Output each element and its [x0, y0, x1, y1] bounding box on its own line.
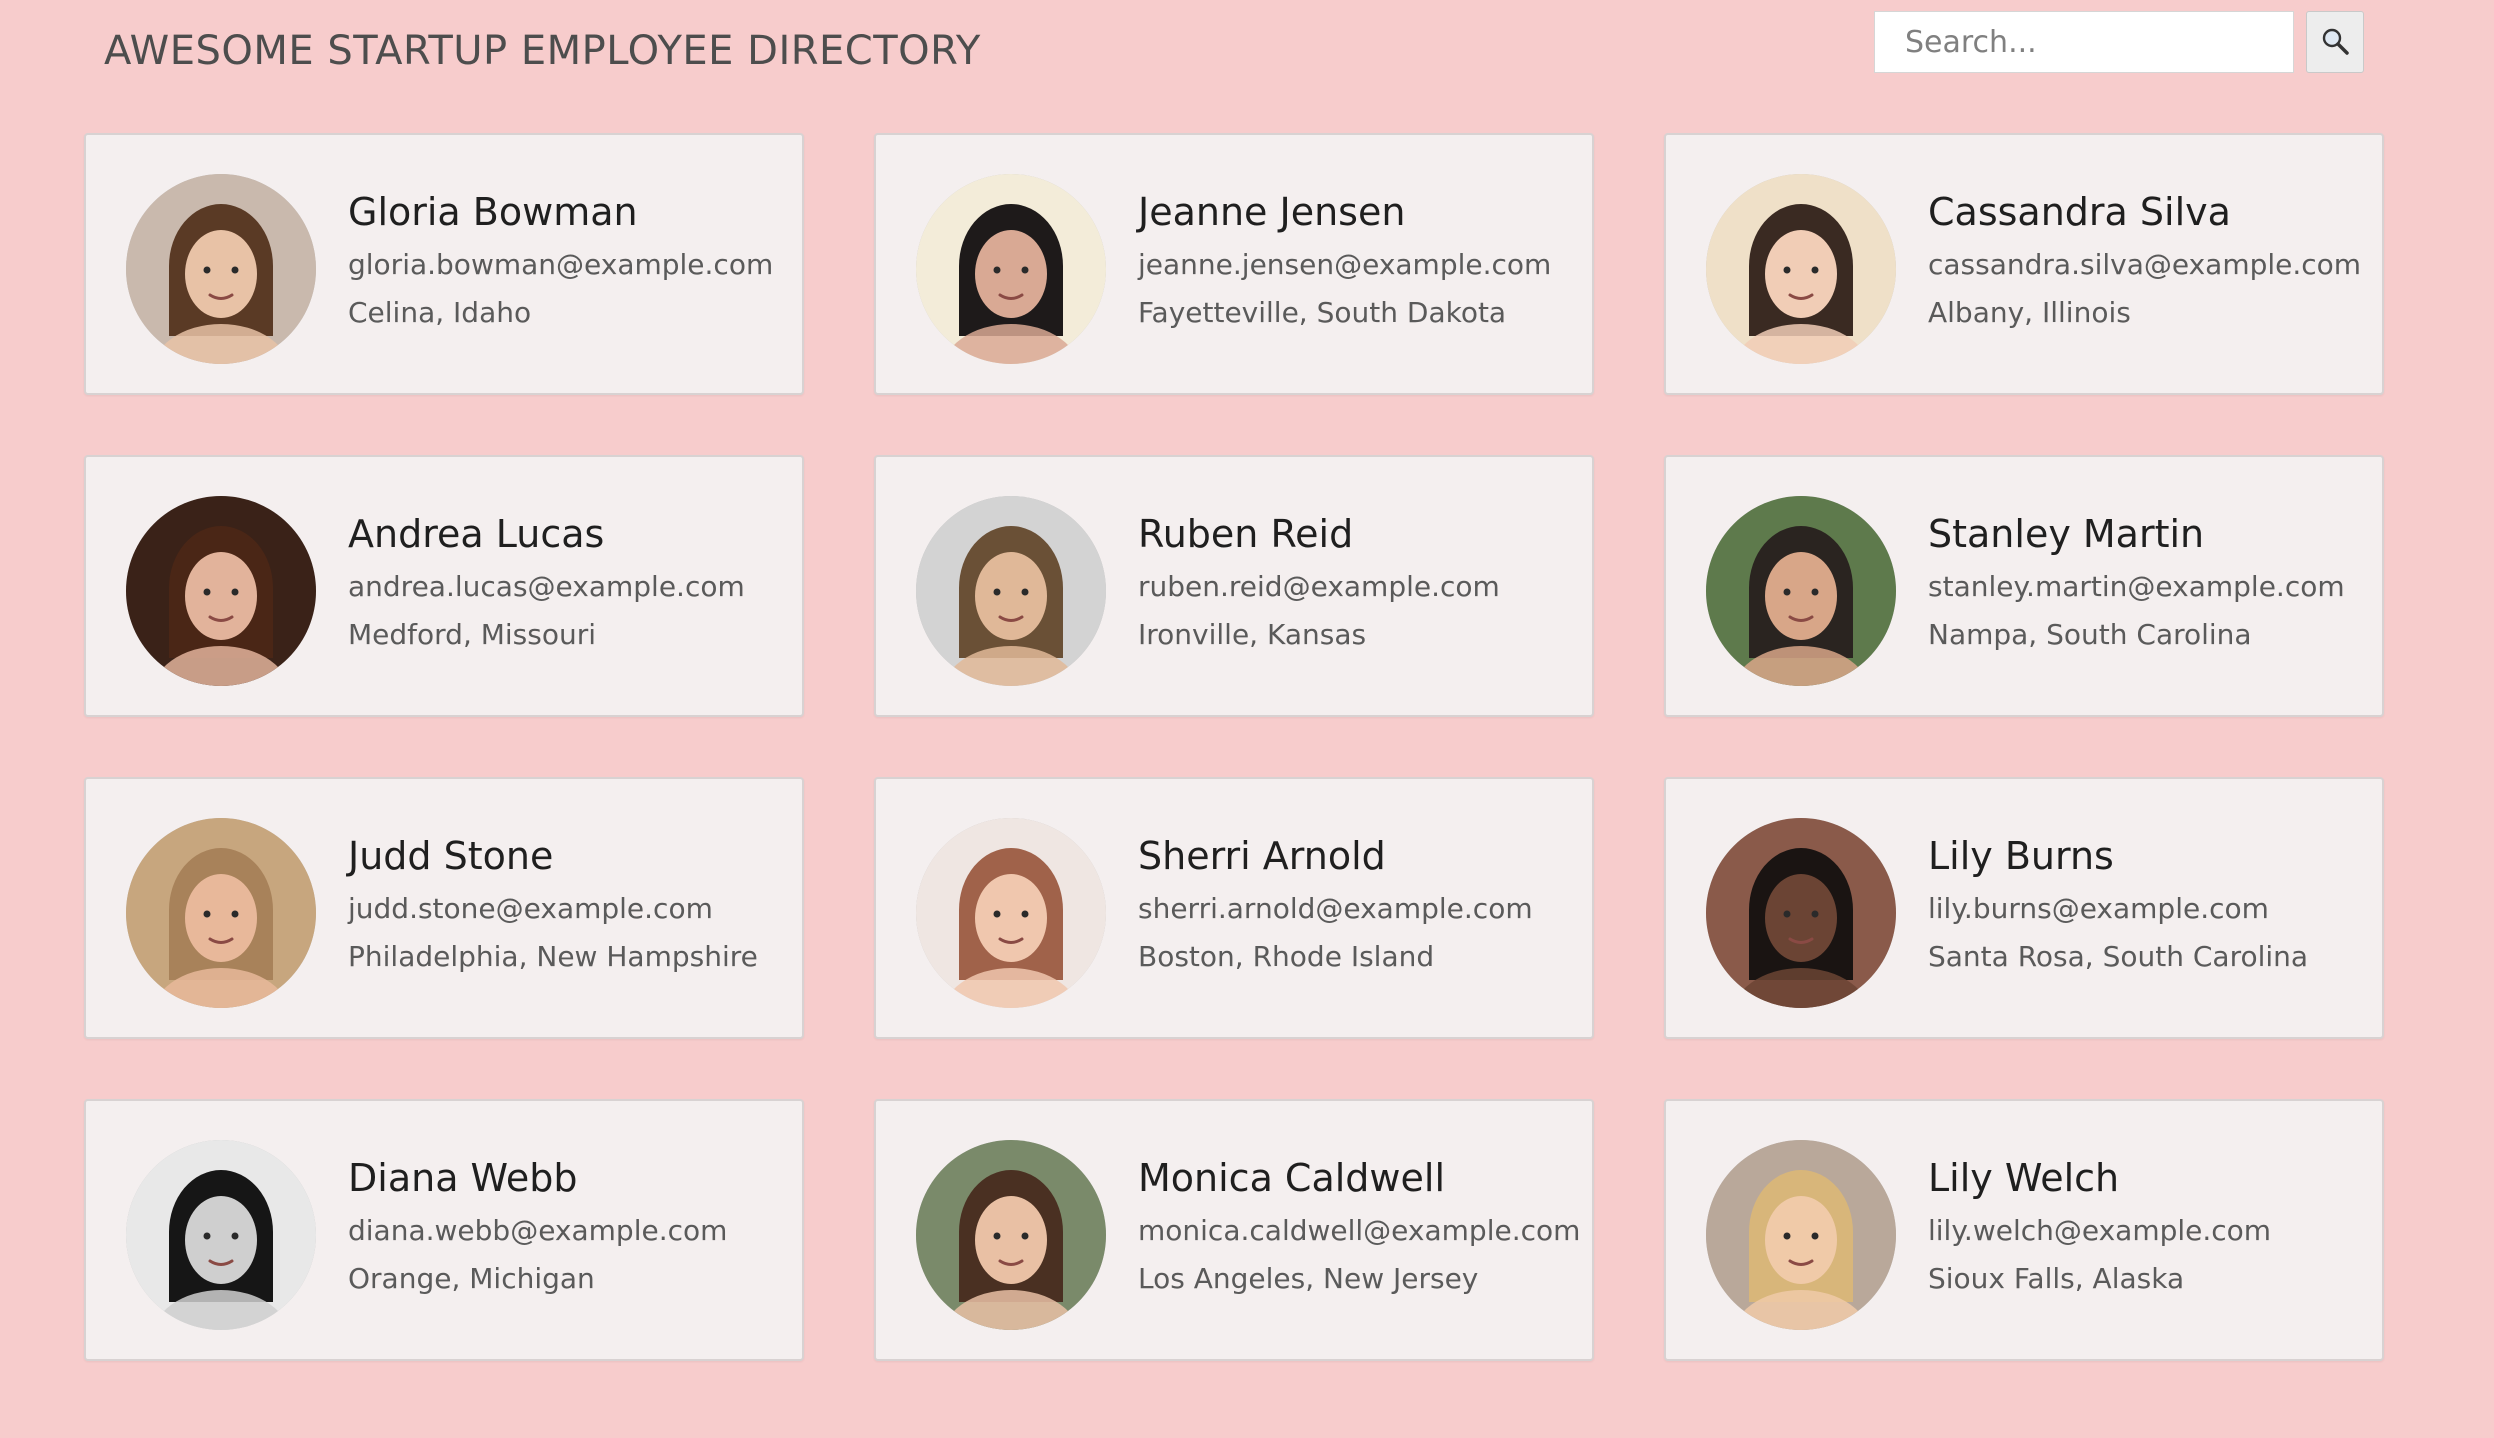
employee-avatar	[1706, 1140, 1896, 1330]
employee-name: Sherri Arnold	[1138, 834, 1386, 878]
employee-email: lily.burns@example.com	[1928, 892, 2269, 925]
employee-card[interactable]: Cassandra Silva cassandra.silva@example.c…	[1664, 133, 2384, 395]
employee-avatar	[916, 174, 1106, 364]
employee-location: Los Angeles, New Jersey	[1138, 1262, 1479, 1295]
employee-name: Lily Welch	[1928, 1156, 2120, 1200]
employee-name: Stanley Martin	[1928, 512, 2205, 556]
employee-avatar	[126, 818, 316, 1008]
employee-email: andrea.lucas@example.com	[348, 570, 745, 603]
employee-card[interactable]: Andrea Lucas andrea.lucas@example.com Medf…	[84, 455, 804, 717]
employee-avatar	[1706, 496, 1896, 686]
employee-location: Fayetteville, South Dakota	[1138, 296, 1507, 329]
page-header: AWESOME STARTUP EMPLOYEE DIRECTORY	[0, 0, 2494, 110]
employee-card[interactable]: Sherri Arnold sherri.arnold@example.com Bo…	[874, 777, 1594, 1039]
employee-card[interactable]: Gloria Bowman gloria.bowman@example.com Ce…	[84, 133, 804, 395]
employee-name: Andrea Lucas	[348, 512, 605, 556]
employee-card[interactable]: Diana Webb diana.webb@example.com Orange, …	[84, 1099, 804, 1361]
employee-card[interactable]: Judd Stone judd.stone@example.com Philadel…	[84, 777, 804, 1039]
employee-card[interactable]: Monica Caldwell monica.caldwell@example.c…	[874, 1099, 1594, 1361]
employee-location: Albany, Illinois	[1928, 296, 2131, 329]
employee-info: Jeanne Jensen jeanne.jensen@example.com Fa…	[1138, 193, 1582, 327]
employee-info: Diana Webb diana.webb@example.com Orange, …	[348, 1159, 792, 1293]
employee-card[interactable]: Lily Burns lily.burns@example.com Santa Ro…	[1664, 777, 2384, 1039]
employee-avatar	[1706, 818, 1896, 1008]
employee-name: Diana Webb	[348, 1156, 578, 1200]
employee-email: stanley.martin@example.com	[1928, 570, 2345, 603]
employee-card[interactable]: Stanley Martin stanley.martin@example.com…	[1664, 455, 2384, 717]
page-title: AWESOME STARTUP EMPLOYEE DIRECTORY	[104, 28, 981, 74]
search-input[interactable]	[1874, 11, 2294, 73]
employee-location: Ironville, Kansas	[1138, 618, 1367, 651]
employee-name: Lily Burns	[1928, 834, 2114, 878]
employee-info: Cassandra Silva cassandra.silva@example.c…	[1928, 193, 2372, 327]
employee-email: sherri.arnold@example.com	[1138, 892, 1533, 925]
employee-name: Ruben Reid	[1138, 512, 1354, 556]
employee-location: Boston, Rhode Island	[1138, 940, 1435, 973]
employee-info: Lily Burns lily.burns@example.com Santa Ro…	[1928, 837, 2372, 971]
employee-email: cassandra.silva@example.com	[1928, 248, 2362, 281]
employee-name: Cassandra Silva	[1928, 190, 2231, 234]
search-button[interactable]	[2306, 11, 2364, 73]
employee-email: jeanne.jensen@example.com	[1138, 248, 1552, 281]
employee-location: Sioux Falls, Alaska	[1928, 1262, 2185, 1295]
employee-name: Jeanne Jensen	[1138, 190, 1406, 234]
employee-info: Lily Welch lily.welch@example.com Sioux Fa…	[1928, 1159, 2372, 1293]
employee-location: Medford, Missouri	[348, 618, 597, 651]
magnifier-icon	[2320, 26, 2350, 59]
employee-avatar	[916, 818, 1106, 1008]
employee-avatar	[126, 174, 316, 364]
employee-avatar	[916, 1140, 1106, 1330]
employee-avatar	[126, 1140, 316, 1330]
employee-name: Gloria Bowman	[348, 190, 638, 234]
employee-email: lily.welch@example.com	[1928, 1214, 2272, 1247]
employee-avatar	[916, 496, 1106, 686]
employee-location: Nampa, South Carolina	[1928, 618, 2252, 651]
employee-info: Sherri Arnold sherri.arnold@example.com Bo…	[1138, 837, 1582, 971]
employee-email: judd.stone@example.com	[348, 892, 713, 925]
employee-email: ruben.reid@example.com	[1138, 570, 1500, 603]
employee-info: Gloria Bowman gloria.bowman@example.com Ce…	[348, 193, 792, 327]
employee-card[interactable]: Ruben Reid ruben.reid@example.com Ironvill…	[874, 455, 1594, 717]
search-form	[1874, 11, 2364, 73]
employee-grid: Gloria Bowman gloria.bowman@example.com Ce…	[84, 133, 2384, 1361]
employee-avatar	[126, 496, 316, 686]
employee-location: Celina, Idaho	[348, 296, 532, 329]
employee-name: Judd Stone	[348, 834, 554, 878]
employee-location: Philadelphia, New Hampshire	[348, 940, 758, 973]
employee-info: Stanley Martin stanley.martin@example.com…	[1928, 515, 2372, 649]
employee-email: diana.webb@example.com	[348, 1214, 728, 1247]
employee-avatar	[1706, 174, 1896, 364]
employee-location: Santa Rosa, South Carolina	[1928, 940, 2309, 973]
employee-info: Judd Stone judd.stone@example.com Philadel…	[348, 837, 792, 971]
employee-info: Monica Caldwell monica.caldwell@example.c…	[1138, 1159, 1582, 1293]
employee-email: monica.caldwell@example.com	[1138, 1214, 1581, 1247]
employee-email: gloria.bowman@example.com	[348, 248, 774, 281]
employee-info: Andrea Lucas andrea.lucas@example.com Medf…	[348, 515, 792, 649]
employee-name: Monica Caldwell	[1138, 1156, 1446, 1200]
employee-card[interactable]: Lily Welch lily.welch@example.com Sioux Fa…	[1664, 1099, 2384, 1361]
employee-info: Ruben Reid ruben.reid@example.com Ironvill…	[1138, 515, 1582, 649]
employee-card[interactable]: Jeanne Jensen jeanne.jensen@example.com Fa…	[874, 133, 1594, 395]
employee-location: Orange, Michigan	[348, 1262, 595, 1295]
